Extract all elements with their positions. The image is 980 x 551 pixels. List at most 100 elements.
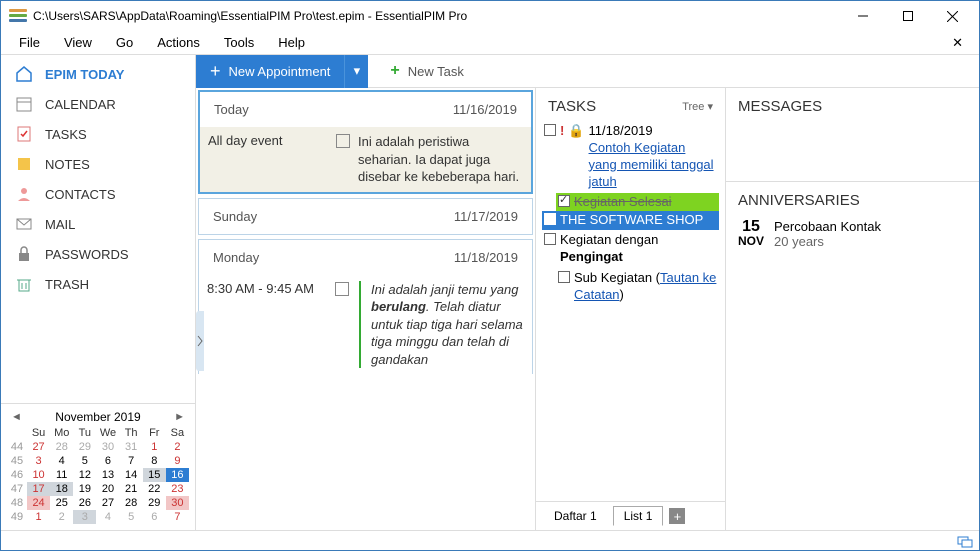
minical-day[interactable]: 1	[143, 440, 166, 454]
task-checkbox[interactable]	[544, 213, 556, 225]
calendar-icon	[15, 95, 33, 113]
event-row[interactable]: All day event Ini adalah peristiwa sehar…	[200, 127, 531, 192]
nav-mail[interactable]: MAIL	[1, 209, 195, 239]
minical-day[interactable]: 6	[143, 510, 166, 524]
minical-day[interactable]: 8	[143, 454, 166, 468]
minical-day[interactable]: 27	[27, 440, 50, 454]
anniversary-item[interactable]: 15 NOV Percobaan Kontak 20 years	[726, 215, 979, 253]
minical-day[interactable]: 21	[120, 482, 143, 496]
nav-tasks[interactable]: TASKS	[1, 119, 195, 149]
menu-view[interactable]: View	[54, 33, 102, 52]
minical-day[interactable]: 22	[143, 482, 166, 496]
anniversary-name: Percobaan Kontak	[774, 219, 881, 234]
task-text: THE SOFTWARE SHOP	[560, 212, 717, 229]
task-link[interactable]: Contoh Kegiatan yang memiliki tanggal ja…	[589, 140, 714, 189]
anniversary-day: 15	[738, 219, 764, 235]
event-checkbox[interactable]	[336, 134, 350, 148]
minical-day[interactable]: 7	[120, 454, 143, 468]
minical-day[interactable]: 29	[143, 496, 166, 510]
minical-day[interactable]: 26	[73, 496, 96, 510]
minical-day[interactable]: 12	[73, 468, 96, 482]
tasks-view-toggle[interactable]: Tree ▾	[682, 100, 713, 113]
minimize-button[interactable]	[840, 2, 885, 30]
minical-day[interactable]: 3	[27, 454, 50, 468]
minical-next[interactable]: ►	[174, 411, 185, 423]
minical-day[interactable]: 14	[120, 468, 143, 482]
task-row[interactable]: Kegiatan dengan Pengingat	[542, 230, 719, 268]
menu-go[interactable]: Go	[106, 33, 143, 52]
minical-day[interactable]: 6	[96, 454, 119, 468]
minical-day[interactable]: 25	[50, 496, 73, 510]
minical-day[interactable]: 5	[73, 454, 96, 468]
sync-icon[interactable]	[957, 534, 973, 548]
minical-day[interactable]: 13	[96, 468, 119, 482]
mail-icon	[15, 215, 33, 233]
task-checkbox[interactable]	[544, 124, 556, 136]
minical-prev[interactable]: ◄	[11, 411, 22, 423]
task-text: Kegiatan Selesai	[574, 194, 717, 211]
new-task-button[interactable]: + New Task	[376, 55, 477, 88]
minical-day[interactable]: 10	[27, 468, 50, 482]
minical-day[interactable]: 5	[120, 510, 143, 524]
minical-day[interactable]: 20	[96, 482, 119, 496]
anniversaries-title: ANNIVERSARIES	[738, 192, 860, 209]
minical-day[interactable]: 18	[50, 482, 73, 496]
menubar-close-icon[interactable]: ✕	[944, 33, 971, 53]
task-row[interactable]: ! 🔒 11/18/2019Contoh Kegiatan yang memil…	[542, 121, 719, 193]
minical-day[interactable]: 4	[96, 510, 119, 524]
task-tab[interactable]: List 1	[613, 506, 664, 526]
minical-day[interactable]: 1	[27, 510, 50, 524]
add-tab-button[interactable]: +	[669, 508, 685, 524]
minical-day[interactable]: 19	[73, 482, 96, 496]
minical-title[interactable]: November 2019	[55, 410, 140, 424]
nav-calendar[interactable]: CALENDAR	[1, 89, 195, 119]
minical-day[interactable]: 27	[96, 496, 119, 510]
task-row[interactable]: Kegiatan Selesai	[556, 193, 719, 212]
minical-day[interactable]: 16	[166, 468, 189, 482]
menubar: File View Go Actions Tools Help ✕	[1, 31, 979, 55]
minical-day[interactable]: 30	[96, 440, 119, 454]
task-tab[interactable]: Daftar 1	[544, 507, 607, 525]
day-date: 11/18/2019	[454, 250, 518, 265]
task-checkbox[interactable]	[544, 233, 556, 245]
event-row[interactable]: 8:30 AM - 9:45 AM Ini adalah janji temu …	[199, 275, 532, 375]
minical-day[interactable]: 7	[166, 510, 189, 524]
sidebar-expand-handle[interactable]	[196, 311, 204, 371]
task-checkbox[interactable]	[558, 195, 570, 207]
minical-day[interactable]: 28	[50, 440, 73, 454]
nav-epim-today[interactable]: EPIM TODAY	[1, 59, 195, 89]
task-checkbox[interactable]	[558, 271, 570, 283]
new-appointment-button[interactable]: + New Appointment	[196, 55, 344, 88]
minical-day[interactable]: 17	[27, 482, 50, 496]
minical-day[interactable]: 11	[50, 468, 73, 482]
menu-tools[interactable]: Tools	[214, 33, 264, 52]
task-row-selected[interactable]: THE SOFTWARE SHOP	[542, 211, 719, 230]
minical-day[interactable]: 24	[27, 496, 50, 510]
nav-trash[interactable]: TRASH	[1, 269, 195, 299]
minical-day[interactable]: 30	[166, 496, 189, 510]
minical-day[interactable]: 9	[166, 454, 189, 468]
minical-day[interactable]: 3	[73, 510, 96, 524]
maximize-button[interactable]	[885, 2, 930, 30]
new-appointment-dropdown[interactable]: ▾	[344, 55, 368, 88]
task-row[interactable]: Sub Kegiatan (Tautan ke Catatan)	[556, 268, 719, 306]
event-checkbox[interactable]	[335, 282, 349, 296]
task-text: Sub Kegiatan (Tautan ke Catatan)	[574, 270, 717, 304]
menu-help[interactable]: Help	[268, 33, 315, 52]
minical-day[interactable]: 28	[120, 496, 143, 510]
nav-notes[interactable]: NOTES	[1, 149, 195, 179]
minical-day[interactable]: 2	[50, 510, 73, 524]
minical-day[interactable]: 23	[166, 482, 189, 496]
minical-day[interactable]: 29	[73, 440, 96, 454]
close-button[interactable]	[930, 2, 975, 30]
minical-day[interactable]: 15	[143, 468, 166, 482]
minical-day[interactable]: 31	[120, 440, 143, 454]
menu-actions[interactable]: Actions	[147, 33, 210, 52]
nav-contacts[interactable]: CONTACTS	[1, 179, 195, 209]
menu-file[interactable]: File	[9, 33, 50, 52]
day-label: Sunday	[213, 209, 257, 224]
nav-passwords[interactable]: PASSWORDS	[1, 239, 195, 269]
trash-icon	[15, 275, 33, 293]
minical-day[interactable]: 4	[50, 454, 73, 468]
minical-day[interactable]: 2	[166, 440, 189, 454]
